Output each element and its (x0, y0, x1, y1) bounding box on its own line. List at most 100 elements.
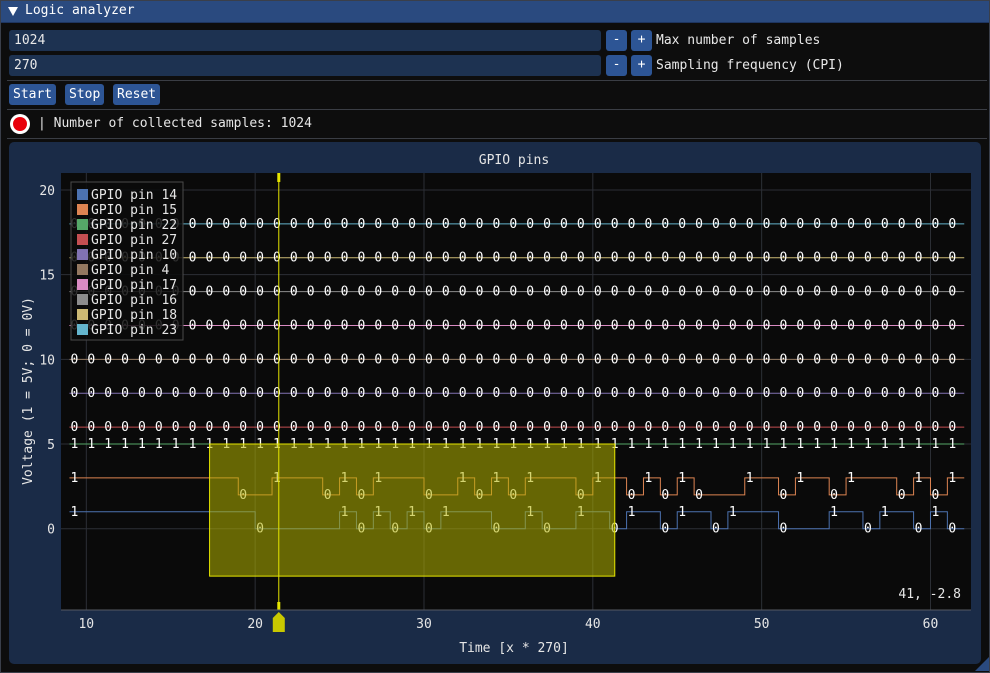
data-label: 1 (628, 505, 636, 520)
data-label: 0 (594, 251, 602, 266)
data-label: 0 (644, 285, 652, 300)
max-samples-input[interactable]: 1024 (9, 30, 601, 51)
data-label: 0 (70, 352, 78, 367)
data-label: 0 (391, 420, 399, 435)
data-label: 0 (442, 217, 450, 232)
legend-label: GPIO pin 15 (91, 203, 177, 218)
data-label: 0 (341, 386, 349, 401)
data-label: 0 (509, 285, 517, 300)
data-label: 0 (408, 420, 416, 435)
data-label: 0 (678, 217, 686, 232)
data-label: 0 (290, 318, 298, 333)
gpio-plot[interactable]: GPIO pins1010101010101010101010101010101… (9, 142, 981, 664)
data-label: 0 (374, 251, 382, 266)
x-tick-label: 20 (247, 617, 263, 632)
data-label: 0 (526, 352, 534, 367)
data-label: 0 (493, 386, 501, 401)
sampling-frequency-input[interactable]: 270 (9, 55, 601, 76)
data-label: 0 (780, 352, 788, 367)
data-label: 1 (678, 437, 686, 452)
data-label: 0 (324, 217, 332, 232)
data-label: 0 (206, 318, 214, 333)
data-label: 0 (87, 420, 95, 435)
data-label: 0 (594, 352, 602, 367)
data-label: 0 (206, 352, 214, 367)
reset-button[interactable]: Reset (113, 84, 161, 105)
data-label: 0 (290, 386, 298, 401)
data-label: 0 (678, 285, 686, 300)
data-label: 0 (729, 420, 737, 435)
data-label: 0 (189, 251, 197, 266)
data-label: 0 (273, 352, 281, 367)
data-label: 0 (577, 251, 585, 266)
data-label: 0 (729, 352, 737, 367)
data-label: 0 (189, 217, 197, 232)
y-tick-label: 15 (39, 269, 55, 284)
data-label: 0 (763, 285, 771, 300)
data-label: 0 (239, 420, 247, 435)
legend-label: GPIO pin 22 (91, 218, 177, 233)
data-label: 0 (560, 352, 568, 367)
sampling-frequency-label: Sampling frequency (CPI) (656, 58, 844, 73)
max-samples-decrement-button[interactable]: - (606, 30, 627, 51)
resize-grip-icon[interactable] (975, 657, 989, 671)
data-label: 0 (780, 318, 788, 333)
y-tick-label: 20 (39, 184, 55, 199)
data-label: 0 (931, 285, 939, 300)
data-label: 0 (746, 285, 754, 300)
data-label: 0 (374, 420, 382, 435)
data-label: 0 (526, 251, 534, 266)
data-label: 0 (408, 386, 416, 401)
data-label: 0 (189, 352, 197, 367)
data-label: 0 (104, 352, 112, 367)
data-label: 0 (915, 522, 923, 537)
time-marker-bottom-tag (277, 602, 281, 610)
data-label: 0 (357, 420, 365, 435)
title-bar[interactable]: Logic analyzer (1, 1, 989, 23)
data-label: 0 (780, 386, 788, 401)
data-label: 0 (763, 352, 771, 367)
data-label: 0 (780, 285, 788, 300)
data-label: 0 (509, 217, 517, 232)
data-label: 0 (341, 217, 349, 232)
data-label: 0 (763, 251, 771, 266)
data-label: 0 (898, 285, 906, 300)
data-label: 0 (357, 251, 365, 266)
x-axis-label: Time [x * 270] (459, 641, 569, 656)
data-label: 0 (172, 386, 180, 401)
data-label: 0 (881, 251, 889, 266)
data-label: 0 (307, 318, 315, 333)
data-label: 0 (948, 420, 956, 435)
data-label: 1 (70, 505, 78, 520)
data-label: 1 (644, 471, 652, 486)
data-label: 0 (796, 352, 804, 367)
start-button[interactable]: Start (9, 84, 57, 105)
data-label: 0 (644, 318, 652, 333)
data-label: 0 (864, 251, 872, 266)
data-label: 0 (763, 318, 771, 333)
data-label: 0 (628, 251, 636, 266)
sampling-frequency-increment-button[interactable]: + (631, 55, 652, 76)
data-label: 0 (729, 285, 737, 300)
gpio-plot-panel[interactable]: GPIO pins1010101010101010101010101010101… (9, 142, 981, 664)
legend-swatch (77, 204, 88, 215)
data-label: 0 (493, 251, 501, 266)
stop-button[interactable]: Stop (65, 84, 105, 105)
data-label: 0 (222, 420, 230, 435)
data-label: 1 (729, 505, 737, 520)
data-label: 0 (881, 420, 889, 435)
separator (7, 138, 987, 139)
data-label: 0 (864, 217, 872, 232)
data-label: 0 (222, 251, 230, 266)
data-label: 0 (341, 420, 349, 435)
data-label: 0 (712, 217, 720, 232)
data-label: 1 (155, 437, 163, 452)
data-label: 0 (813, 217, 821, 232)
sampling-frequency-decrement-button[interactable]: - (606, 55, 627, 76)
collapse-triangle-icon[interactable] (8, 7, 18, 16)
data-label: 0 (459, 251, 467, 266)
max-samples-increment-button[interactable]: + (631, 30, 652, 51)
data-label: 0 (796, 251, 804, 266)
data-label: 0 (189, 318, 197, 333)
data-label: 0 (847, 285, 855, 300)
